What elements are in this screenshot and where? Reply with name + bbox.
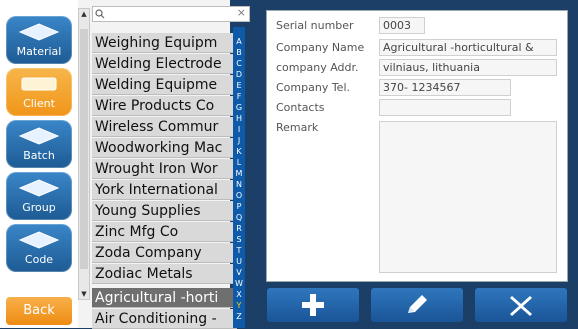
- alphabet-letter[interactable]: J: [233, 136, 245, 145]
- list-item[interactable]: York International: [92, 180, 237, 200]
- plus-icon: [302, 294, 324, 316]
- alphabet-letter[interactable]: I: [233, 125, 245, 134]
- alphabet-letter[interactable]: T: [233, 246, 245, 255]
- delete-button[interactable]: [475, 288, 567, 322]
- contacts-label: Contacts: [276, 101, 325, 114]
- alphabet-letter[interactable]: H: [233, 114, 245, 123]
- alphabet-letter[interactable]: A: [233, 37, 245, 46]
- alphabet-letter[interactable]: V: [233, 268, 245, 277]
- alphabet-letter[interactable]: E: [233, 81, 245, 90]
- list-item[interactable]: Wrought Iron Wor: [92, 159, 237, 179]
- company-name-field[interactable]: Agricultural -horticultural &: [379, 39, 557, 56]
- add-button[interactable]: [267, 288, 359, 322]
- client-icon: [21, 77, 57, 91]
- list-item[interactable]: Zodiac Metals: [92, 264, 237, 284]
- nav-material[interactable]: Material: [6, 16, 72, 64]
- list-item[interactable]: Weighing Equipm: [92, 33, 237, 53]
- material-icon: [18, 23, 60, 41]
- contacts-field[interactable]: [379, 99, 511, 116]
- alphabet-letter[interactable]: S: [233, 235, 245, 244]
- company-tel-field[interactable]: 370- 1234567: [379, 79, 511, 96]
- alphabet-letter[interactable]: Z: [233, 312, 245, 321]
- list-item[interactable]: Zinc Mfg Co: [92, 222, 237, 242]
- list-item[interactable]: Welding Equipme: [92, 75, 237, 95]
- nav-client-label: Client: [23, 97, 55, 110]
- alphabet-letter[interactable]: Y: [233, 301, 245, 310]
- alphabet-letter[interactable]: U: [233, 257, 245, 266]
- alphabet-letter[interactable]: N: [233, 180, 245, 189]
- list-item[interactable]: Woodworking Mac: [92, 138, 237, 158]
- group-icon: [18, 179, 60, 197]
- alphabet-letter[interactable]: K: [233, 147, 245, 156]
- company-name-label: Company Name: [276, 41, 365, 54]
- list-item[interactable]: Zoda Company: [92, 243, 237, 263]
- alphabet-letter[interactable]: P: [233, 202, 245, 211]
- side-nav: Material Client Batch Group Code Back: [0, 0, 78, 328]
- alphabet-letter[interactable]: M: [233, 169, 245, 178]
- alphabet-letter[interactable]: F: [233, 92, 245, 101]
- scroll-down-icon[interactable]: ▼: [79, 290, 89, 298]
- company-addr-label: company Addr.: [276, 61, 359, 74]
- list-item[interactable]: Young Supplies: [92, 201, 237, 221]
- company-addr-field[interactable]: vilniaus, lithuania: [379, 59, 557, 76]
- nav-code-label: Code: [24, 253, 54, 266]
- nav-client[interactable]: Client: [6, 68, 72, 116]
- nav-group[interactable]: Group: [6, 172, 72, 220]
- nav-code[interactable]: Code: [6, 224, 72, 272]
- code-icon: [18, 231, 60, 249]
- x-icon: [510, 296, 532, 316]
- nav-group-label: Group: [22, 201, 56, 214]
- scroll-up-icon[interactable]: ▲: [79, 10, 89, 18]
- list-item[interactable]: Air Conditioning -: [92, 309, 237, 329]
- alphabet-letter[interactable]: W: [233, 279, 245, 288]
- alphabet-letter[interactable]: C: [233, 59, 245, 68]
- list-item[interactable]: Wireless Commur: [92, 117, 237, 137]
- list-item[interactable]: Wire Products Co: [92, 96, 237, 116]
- serial-field[interactable]: 0003: [379, 17, 425, 34]
- back-button[interactable]: Back: [6, 297, 72, 325]
- company-tel-label: Company Tel.: [276, 81, 350, 94]
- list-item[interactable]: Welding Electrode: [92, 54, 237, 74]
- batch-icon: [18, 127, 60, 145]
- client-detail-panel: Serial number 0003 Company Name Agricult…: [266, 10, 568, 282]
- alphabet-letter[interactable]: D: [233, 70, 245, 79]
- nav-batch[interactable]: Batch: [6, 120, 72, 168]
- clear-search-button[interactable]: ×: [237, 6, 246, 19]
- list-item-selected[interactable]: Agricultural -horti: [92, 288, 237, 308]
- pencil-icon: [408, 295, 427, 313]
- alphabet-letter[interactable]: X: [233, 290, 245, 299]
- serial-label: Serial number: [276, 19, 354, 32]
- alphabet-letter[interactable]: Q: [233, 213, 245, 222]
- remark-label: Remark: [276, 121, 319, 134]
- alphabet-letter[interactable]: L: [233, 158, 245, 167]
- list-scrollbar[interactable]: ▲ ▼: [78, 8, 90, 300]
- remark-field[interactable]: [379, 121, 557, 273]
- search-input[interactable]: ×: [92, 6, 250, 22]
- alphabet-letter[interactable]: B: [233, 48, 245, 57]
- alphabet-letter[interactable]: O: [233, 191, 245, 200]
- alphabet-index[interactable]: ABCDEFGHIJKLMNOPQRSTUVWXYZ: [233, 27, 245, 328]
- alphabet-letter[interactable]: G: [233, 103, 245, 112]
- search-icon: [95, 9, 105, 19]
- scroll-thumb[interactable]: [80, 29, 88, 269]
- edit-button[interactable]: [371, 288, 463, 322]
- nav-batch-label: Batch: [23, 149, 55, 162]
- nav-material-label: Material: [16, 45, 62, 58]
- alphabet-letter[interactable]: R: [233, 224, 245, 233]
